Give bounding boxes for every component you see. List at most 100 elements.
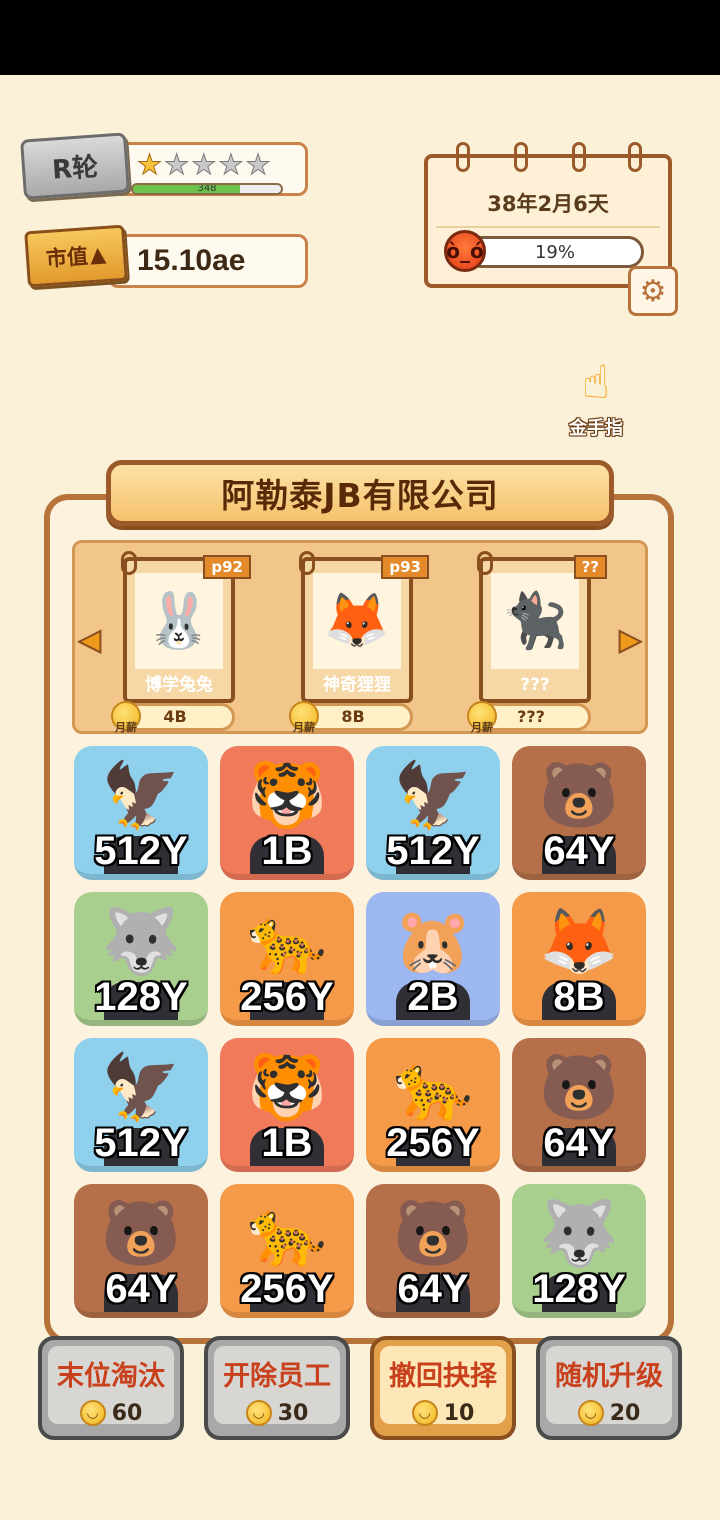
employee-value: 1B [261,829,313,873]
employee-tile-bear[interactable]: 🐻 64Y [512,1038,646,1172]
gear-icon: ⚙ [639,273,667,309]
employee-tile-leopard[interactable]: 🐆 256Y [366,1038,500,1172]
round-label: R轮 [51,151,100,186]
employee-tile-wolf[interactable]: 🐺 128Y [512,1184,646,1318]
employee-value: 256Y [240,975,334,1019]
employee-value: 2B [407,975,459,1019]
smile-coin-icon: ◡ [411,1400,438,1426]
anger-bar: 19% [466,236,644,268]
eliminate-last-button[interactable]: 末位淘汰 ◡ 60 [38,1336,184,1440]
action-cost: ◡ 10 [374,1400,512,1426]
bear-icon: 🐻 [393,1197,473,1271]
recruit-name: 神奇狸狸 [323,675,391,695]
employee-tile-red-panda[interactable]: 🦊 8B [512,892,646,1026]
chart-icon: ▲ [89,241,107,267]
employee-tile-hamster[interactable]: 🐹 2B [366,892,500,1026]
recruit-tag: p93 [381,555,429,579]
random-upgrade-button[interactable]: 随机升级 ◡ 20 [536,1336,682,1440]
carousel-right-arrow-icon[interactable]: ▶ [618,622,642,657]
game-date: 38年2月6天 [487,192,609,216]
star-icon: ★ [218,148,244,181]
calendar-divider [436,226,660,228]
star-icon: ★ [191,148,217,181]
wolf-icon: 🐺 [539,1197,619,1271]
salary-label: 月薪 [471,721,493,734]
action-cost: ◡ 20 [540,1400,678,1426]
recruit-name: ??? [520,675,550,695]
undo-choice-button[interactable]: 撤回抉择 ◡ 10 [370,1336,516,1440]
recruit-carousel: ◀ ▶ 🐰 p92 博学兔兔 4B 月薪 🦊 p93 神奇狸狸 8B 月薪 🐈‍… [72,540,648,734]
star-icon: ★ [245,148,271,181]
employee-value: 64Y [397,1267,469,1311]
action-label: 开除员工 [223,1361,331,1392]
round-badge: R轮 [20,132,130,200]
employee-tile-eagle[interactable]: 🦅 512Y [74,746,208,880]
action-cost-value: 20 [609,1400,641,1426]
calendar-ring-icon [628,142,642,172]
smile-coin-icon: ◡ [577,1400,604,1426]
calendar-ring-icon [572,142,586,172]
eagle-icon: 🦅 [393,759,473,833]
employee-tile-leopard[interactable]: 🐆 256Y [220,892,354,1026]
eagle-icon: 🦅 [101,1051,181,1125]
round-progress-bar: 348 [131,183,283,195]
company-name: 阿勒泰JB有限公司 [221,476,499,515]
action-label: 末位淘汰 [57,1361,165,1392]
action-cost-value: 10 [443,1400,475,1426]
golden-finger-button[interactable]: ☝ 金手指 [556,350,636,450]
employee-tile-bear[interactable]: 🐻 64Y [512,746,646,880]
tiger-icon: 🐯 [247,1051,327,1125]
employee-tile-bear[interactable]: 🐻 64Y [74,1184,208,1318]
salary-label: 月薪 [293,721,315,734]
market-value-badge: 市值 ▲ [24,224,128,288]
employee-tile-leopard[interactable]: 🐆 256Y [220,1184,354,1318]
angry-face-icon: ò_ó [444,230,486,272]
action-cost: ◡ 60 [42,1400,180,1426]
action-cost-value: 30 [277,1400,309,1426]
bear-icon: 🐻 [101,1197,181,1271]
recruit-name: 博学兔兔 [145,675,213,695]
employee-tile-wolf[interactable]: 🐺 128Y [74,892,208,1026]
employee-value: 128Y [94,975,188,1019]
recruit-tag: p92 [203,555,251,579]
employee-value: 8B [553,975,605,1019]
round-progress-value: 348 [197,183,217,194]
carousel-left-arrow-icon[interactable]: ◀ [78,622,102,657]
employee-value: 1B [261,1121,313,1165]
star-rating: ★ ★ ★ ★ ★ [136,148,271,181]
smile-coin-icon: ◡ [245,1400,272,1426]
leopard-icon: 🐆 [247,1197,327,1271]
employee-value: 64Y [543,1121,615,1165]
employee-grid: 🦅 512Y 🐯 1B 🦅 512Y 🐻 64Y 🐺 128Y 🐆 256Y 🐹 2B 🦊 8B 🦅 512Y 🐯 1… [74,746,650,1326]
bear-icon: 🐻 [539,759,619,833]
market-value-label: 市值 [45,244,89,272]
red-panda-portrait-icon: 🦊 [313,573,401,669]
employee-value: 64Y [105,1267,177,1311]
salary-label: 月薪 [115,721,137,734]
round-rating-panel: ★ ★ ★ ★ ★ 348 [110,142,308,196]
recruit-card[interactable]: 🐰 p92 博学兔兔 [121,551,251,703]
market-value-panel: 15.10ae [108,234,308,288]
employee-value: 256Y [240,1267,334,1311]
recruit-card-locked[interactable]: 🐈‍⬛ ?? ??? [477,551,607,703]
rabbit-portrait-icon: 🐰 [135,573,223,669]
recruit-card[interactable]: 🦊 p93 神奇狸狸 [299,551,429,703]
eagle-icon: 🦅 [101,759,181,833]
employee-value: 512Y [386,829,480,873]
smile-coin-icon: ◡ [79,1400,106,1426]
bear-icon: 🐻 [539,1051,619,1125]
status-bar [0,0,720,75]
leopard-icon: 🐆 [393,1051,473,1125]
tiger-icon: 🐯 [247,759,327,833]
employee-tile-eagle[interactable]: 🦅 512Y [74,1038,208,1172]
fire-employee-button[interactable]: 开除员工 ◡ 30 [204,1336,350,1440]
employee-tile-bear[interactable]: 🐻 64Y [366,1184,500,1318]
employee-tile-tiger[interactable]: 🐯 1B [220,746,354,880]
settings-button[interactable]: ⚙ [628,266,678,316]
employee-tile-tiger[interactable]: 🐯 1B [220,1038,354,1172]
employee-value: 512Y [94,829,188,873]
card-ring-icon [477,551,493,575]
calendar-ring-icon [456,142,470,172]
employee-tile-eagle[interactable]: 🦅 512Y [366,746,500,880]
star-icon: ★ [136,148,163,181]
